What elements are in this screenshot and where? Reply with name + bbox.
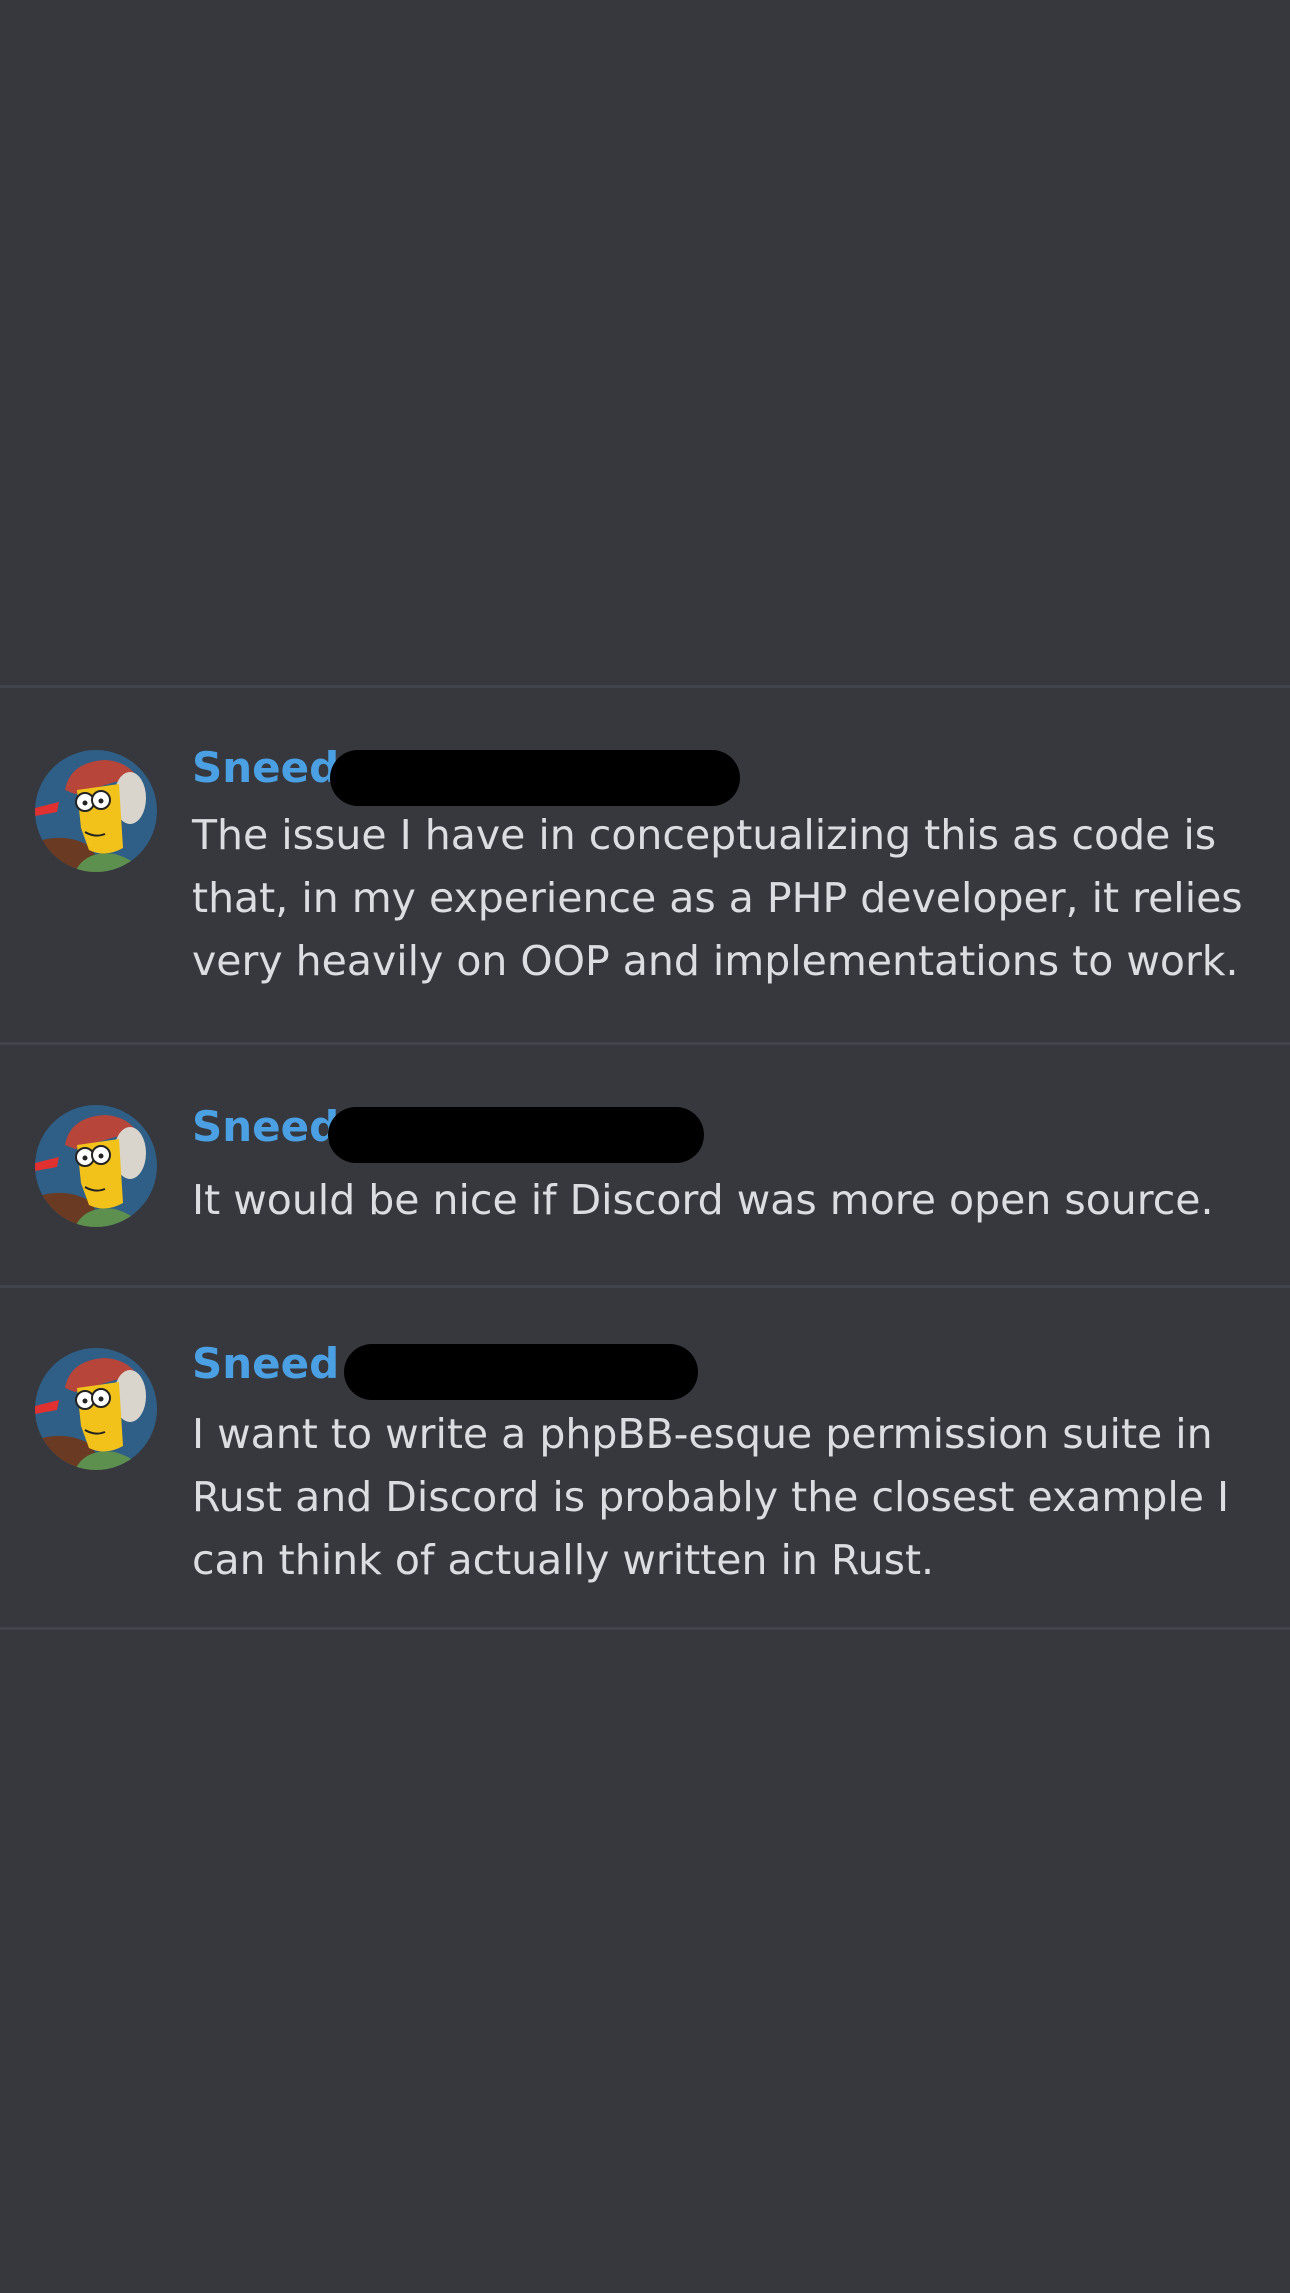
redacted-timestamp <box>328 1107 704 1163</box>
cartoon-avatar-icon <box>35 750 157 872</box>
message-line: can think of actually written in Rust. <box>192 1536 935 1584</box>
message-line: I want to write a phpBB-esque permission… <box>192 1410 1213 1458</box>
message-line: that, in my experience as a PHP develope… <box>192 874 1243 922</box>
author-name[interactable]: Sneed <box>192 742 339 794</box>
cartoon-avatar-icon <box>35 1348 157 1470</box>
user-avatar[interactable] <box>35 1105 157 1227</box>
author-name[interactable]: Sneed <box>192 1338 339 1390</box>
message-line: Rust and Discord is probably the closest… <box>192 1473 1230 1521</box>
author-name[interactable]: Sneed <box>192 1101 339 1153</box>
user-avatar[interactable] <box>35 1348 157 1470</box>
redacted-timestamp <box>344 1344 698 1400</box>
message-line: It would be nice if Discord was more ope… <box>192 1176 1214 1224</box>
message-content: The issue I have in conceptualizing this… <box>192 804 1272 993</box>
message-item[interactable]: Sneed It would be nice if Discord was mo… <box>0 1045 1290 1285</box>
message-divider <box>0 1627 1290 1630</box>
message-line: The issue I have in conceptualizing this… <box>192 811 1217 859</box>
message-item[interactable]: Sneed The issue I have in conceptualizin… <box>0 688 1290 1042</box>
message-line: very heavily on OOP and implementations … <box>192 937 1239 985</box>
message-content: I want to write a phpBB-esque permission… <box>192 1403 1272 1592</box>
user-avatar[interactable] <box>35 750 157 872</box>
cartoon-avatar-icon <box>35 1105 157 1227</box>
message-content: It would be nice if Discord was more ope… <box>192 1169 1272 1232</box>
message-item[interactable]: Sneed I want to write a phpBB-esque perm… <box>0 1288 1290 1627</box>
redacted-timestamp <box>330 750 740 806</box>
